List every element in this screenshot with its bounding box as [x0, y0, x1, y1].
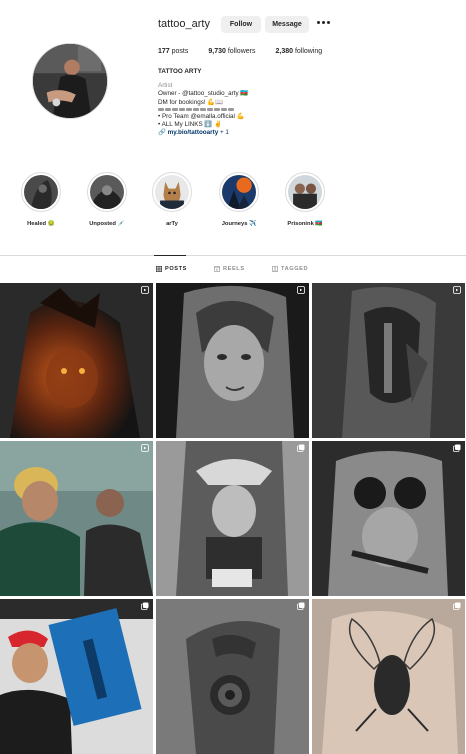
post-lion[interactable]	[0, 283, 153, 438]
story-highlights: Healed 🤢 Unposted 💉 arTy Journeys ✈️ Pri…	[0, 172, 466, 232]
avatar-photo	[33, 44, 107, 118]
post-image	[312, 441, 465, 596]
posts-count: 177 posts	[158, 48, 189, 55]
highlight-arty-thumbnail	[155, 175, 189, 209]
follow-button[interactable]: Follow	[221, 16, 261, 33]
reels-icon	[214, 266, 220, 272]
highlight-healed-thumbnail	[24, 175, 58, 209]
reel-icon	[297, 286, 305, 294]
post-image	[156, 283, 309, 438]
post-gangster-bank[interactable]	[156, 441, 309, 596]
profile-avatar[interactable]	[32, 43, 108, 119]
post-image	[312, 599, 465, 754]
carousel-icon	[453, 602, 461, 610]
followers-count[interactable]: 9,730 followers	[208, 48, 255, 55]
tab-tagged[interactable]: TAGGED	[272, 266, 308, 272]
following-count[interactable]: 2,380 following	[275, 48, 322, 55]
post-woman-goggles[interactable]	[312, 441, 465, 596]
post-rose-sleeve[interactable]	[156, 599, 309, 754]
bio-divider	[158, 107, 358, 111]
highlight-arty[interactable]: arTy	[142, 172, 202, 227]
highlight-label: Journeys ✈️	[221, 221, 257, 227]
highlight-unposted-thumbnail	[90, 175, 124, 209]
message-button[interactable]: Message	[265, 16, 309, 33]
post-image	[156, 599, 309, 754]
profile-bio: TATTOO ARTY Artist Owner - @tattoo_studi…	[158, 68, 358, 137]
post-image	[0, 599, 153, 754]
post-image	[312, 283, 465, 438]
highlight-journeys[interactable]: Journeys ✈️	[209, 172, 269, 227]
tabs-divider	[0, 255, 466, 256]
highlight-label: Unposted 💉	[89, 221, 125, 227]
post-spartan[interactable]	[312, 283, 465, 438]
tab-reels[interactable]: REELS	[214, 266, 245, 272]
active-tab-indicator	[154, 255, 186, 256]
profile-stats: 177 posts 9,730 followers 2,380 followin…	[158, 48, 342, 55]
more-options-icon[interactable]	[317, 21, 331, 27]
reel-icon	[141, 444, 149, 452]
link-icon: 🔗	[158, 129, 168, 137]
highlight-label: arTy	[166, 221, 178, 227]
post-image	[0, 441, 153, 596]
post-image	[0, 283, 153, 438]
bio-link[interactable]: 🔗 my.bio/tattooarty + 1	[158, 129, 358, 137]
profile-display-name: TATTOO ARTY	[158, 68, 202, 75]
post-beetle-sketch[interactable]	[312, 599, 465, 754]
carousel-icon	[297, 602, 305, 610]
bio-line-owner: Owner - @tattoo_studio_arty 🇦🇿	[158, 90, 249, 98]
bio-line-links: • ALL My LINKS ⬇️ ✌	[158, 121, 222, 129]
highlight-journeys-thumbnail	[222, 175, 256, 209]
highlight-label: Prisonink 🇦🇿	[287, 221, 323, 227]
post-emalla-promo[interactable]	[0, 599, 153, 754]
posts-grid	[0, 283, 466, 754]
post-image	[156, 441, 309, 596]
bio-line-team: • Pro Team @emalla.official 💪	[158, 112, 245, 120]
highlight-prisonink[interactable]: Prisonink 🇦🇿	[275, 172, 335, 227]
post-artist-tattooing[interactable]	[0, 441, 153, 596]
highlight-healed[interactable]: Healed 🤢	[11, 172, 71, 227]
profile-username: tattoo_arty	[158, 18, 210, 30]
grid-icon	[156, 266, 162, 272]
highlight-unposted[interactable]: Unposted 💉	[77, 172, 137, 227]
carousel-icon	[453, 444, 461, 452]
highlight-label: Healed 🤢	[27, 221, 55, 227]
post-woman-portrait[interactable]	[156, 283, 309, 438]
highlight-prisonink-thumbnail	[288, 175, 322, 209]
tagged-icon	[272, 266, 278, 272]
tab-posts[interactable]: POSTS	[156, 266, 187, 272]
bio-line-dm: DM for bookings! 💪📖	[158, 98, 224, 106]
reel-icon	[141, 286, 149, 294]
carousel-icon	[141, 602, 149, 610]
reel-icon	[453, 286, 461, 294]
carousel-icon	[297, 444, 305, 452]
